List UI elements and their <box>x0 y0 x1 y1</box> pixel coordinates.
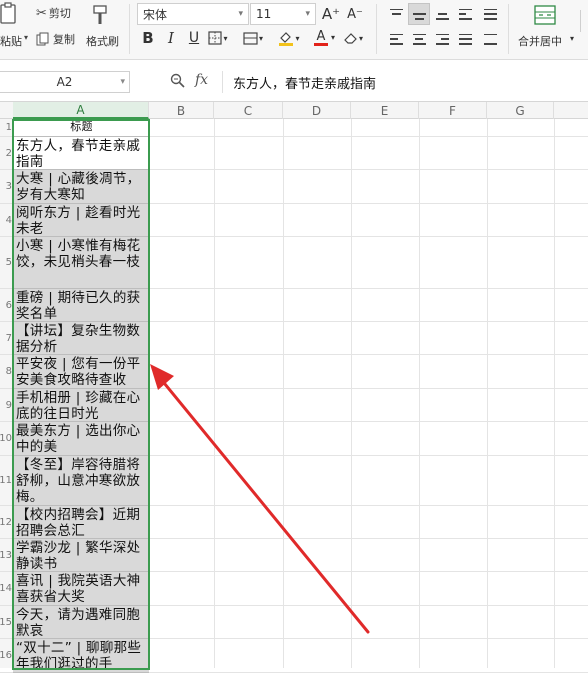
fill-color-button[interactable]: ▾ <box>278 27 300 49</box>
distributed-align-icon <box>483 8 497 20</box>
chevron-down-icon[interactable]: ▾ <box>331 33 335 42</box>
align-center-icon <box>412 33 426 45</box>
bold-icon: B <box>142 29 154 47</box>
font-color-swatch <box>314 43 328 46</box>
format-painter-label: 格式刷 <box>86 35 119 48</box>
distributed-align-button[interactable] <box>479 3 501 25</box>
paint-bucket-icon <box>279 32 294 46</box>
cell-reference: A2 <box>56 75 73 89</box>
font-name-select[interactable]: 宋体 ▾ <box>137 3 249 25</box>
decrease-font-icon: A⁻ <box>347 6 363 22</box>
eraser-icon <box>344 33 357 44</box>
wrap-text-icon <box>458 8 472 20</box>
font-size-select[interactable]: 11 ▾ <box>250 3 316 25</box>
align-center-button[interactable] <box>408 28 430 50</box>
merge-center-button[interactable] <box>534 5 556 25</box>
increase-font-icon: A⁺ <box>321 5 341 23</box>
underline-button[interactable]: U <box>183 27 205 49</box>
distributed-justify-icon <box>483 33 497 45</box>
italic-button[interactable]: I <box>160 27 182 49</box>
align-middle-button[interactable] <box>408 3 430 25</box>
cell-style-icon <box>243 31 258 45</box>
spreadsheet-grid[interactable]: ABCDEFG 1 标题 2 东方人，春节走亲戚指南 3 大寒 | 心藏後凋节，岁有大寒知… <box>0 102 588 673</box>
italic-icon: I <box>168 29 174 47</box>
align-right-icon <box>435 33 449 45</box>
scissors-icon: ✂ <box>36 5 47 21</box>
chevron-down-icon: ▾ <box>258 33 263 43</box>
copy-icon <box>36 32 49 46</box>
chevron-down-icon: ▾ <box>358 33 363 43</box>
font-size-value: 11 <box>256 7 272 21</box>
align-top-icon <box>389 8 403 20</box>
name-box[interactable]: A2 ▾ <box>0 71 130 93</box>
align-left-icon <box>389 33 403 45</box>
cell-style-button[interactable]: ▾ <box>242 27 264 49</box>
chevron-down-icon: ▾ <box>223 33 228 43</box>
ribbon-separator <box>376 4 377 54</box>
merge-cells-icon <box>534 5 556 25</box>
copy-button[interactable]: 复制 <box>36 31 75 47</box>
paste-label: 粘贴 <box>0 35 22 48</box>
clear-format-button[interactable]: ▾ <box>342 27 364 49</box>
format-painter-button[interactable] <box>90 4 110 26</box>
function-icon[interactable]: fx <box>195 72 208 88</box>
distributed-justify-button[interactable] <box>479 28 501 50</box>
merge-center-label: 合并居中 <box>518 35 562 48</box>
align-top-button[interactable] <box>385 3 407 25</box>
align-bottom-button[interactable] <box>431 3 453 25</box>
align-bottom-icon <box>435 9 449 20</box>
ribbon-separator <box>508 4 509 54</box>
copy-label: 复制 <box>53 33 75 46</box>
ribbon-separator <box>129 4 130 54</box>
justify-icon <box>458 33 472 45</box>
ribbon-overflow-edge <box>580 10 588 32</box>
ribbon-toolbar: 粘贴 ▾ ✂ 剪切 复制 格式刷 宋体 ▾ 11 ▾ A⁺ A⁻ B I U ▾… <box>0 0 588 60</box>
font-name-value: 宋体 <box>143 7 168 22</box>
annotation-arrow <box>150 364 370 634</box>
clipboard-icon <box>0 2 16 24</box>
chevron-down-icon[interactable]: ▾ <box>570 34 574 43</box>
justify-button[interactable] <box>454 28 476 50</box>
align-right-button[interactable] <box>431 28 453 50</box>
cut-label: 剪切 <box>48 7 71 20</box>
bold-button[interactable]: B <box>137 27 159 49</box>
formula-bar: A2 ▾ fx 东方人，春节走亲戚指南 <box>0 60 588 102</box>
paste-dropdown-icon[interactable]: ▾ <box>24 33 28 42</box>
paste-button[interactable] <box>0 2 18 24</box>
borders-button[interactable]: ▾ <box>207 27 229 49</box>
wrap-text-button[interactable] <box>454 3 476 25</box>
align-middle-icon <box>412 9 426 20</box>
formula-input[interactable]: 东方人，春节走亲戚指南 <box>222 71 588 93</box>
formula-tools: fx <box>170 72 208 88</box>
border-grid-icon <box>208 31 223 45</box>
increase-font-button[interactable]: A⁺ <box>320 3 342 25</box>
chevron-down-icon: ▾ <box>295 33 300 43</box>
font-color-icon: A <box>316 29 326 44</box>
chevron-down-icon: ▾ <box>305 9 310 19</box>
zoom-search-icon[interactable] <box>170 73 185 88</box>
paintbrush-icon <box>93 5 107 24</box>
underline-icon: U <box>188 30 200 46</box>
align-left-button[interactable] <box>385 28 407 50</box>
chevron-down-icon: ▾ <box>238 9 243 19</box>
font-color-button[interactable]: A <box>310 27 332 49</box>
chevron-down-icon: ▾ <box>120 77 125 87</box>
decrease-font-button[interactable]: A⁻ <box>344 3 366 25</box>
cut-button[interactable]: ✂ 剪切 <box>36 5 71 21</box>
